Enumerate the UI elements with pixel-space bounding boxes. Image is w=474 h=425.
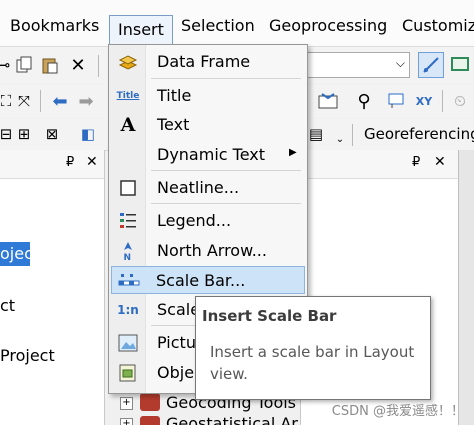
edit-tool-icon[interactable] [418,52,444,78]
menu-item-scale-bar[interactable]: Scale Bar... [111,266,305,294]
watermark: CSDN @我爱遥感！！ [331,404,464,419]
layer-icon[interactable] [450,54,470,74]
submenu-arrow-icon: ▶ [289,147,297,158]
menu-separator [151,203,301,204]
menu-separator [151,170,301,171]
time-slider-icon[interactable]: ⏲ [450,91,470,111]
menu-item-legend[interactable]: Legend... [111,207,305,235]
paste-icon[interactable] [40,55,60,75]
toolbar-overflow-icon[interactable]: ⌄ [330,129,350,149]
georeferencing-label[interactable]: Georeferencing [364,125,474,143]
forward-arrow-icon[interactable]: ➡ [76,91,96,112]
scale-bar-icon [118,271,140,291]
legend-icon [117,211,139,231]
tooltip-body: Insert a scale bar in Layout view. [210,343,415,383]
toolbox-label: Geostatistical Analyst Tools [166,416,298,425]
svg-text:N: N [124,253,132,261]
zoom-whole-page-icon[interactable] [318,91,338,111]
list-item[interactable]: + Geostatistical Analyst Tools [118,416,298,425]
menu-insert[interactable]: Insert [109,15,173,45]
scale-text-icon: 1:n [117,303,139,317]
toolbar-partial-icon[interactable]: ⊸ [0,55,14,75]
xy-icon[interactable]: XY [414,91,434,111]
scale-combo[interactable]: ⌵ [306,52,410,78]
north-arrow-icon: N [117,241,139,261]
menu-geoprocessing[interactable]: Geoprocessing [269,13,387,39]
toolbar-separator [40,90,41,112]
toolbar-separator [352,124,353,146]
menu-bookmarks[interactable]: Bookmarks [10,13,99,39]
text-icon: A [120,114,136,136]
zoom-out-fixed-icon[interactable]: ⊠ [42,124,62,144]
catalog-panel [0,150,105,425]
vertical-scrollbar[interactable] [458,150,474,425]
menu-item-title[interactable]: Title Title [111,82,305,110]
menu-bar: Bookmarks Insert Selection Geoprocessing… [0,0,474,47]
toolbox-icon [140,393,160,411]
tooltip-title: Insert Scale Bar [202,307,337,325]
list-item[interactable]: Project [0,346,55,365]
selected-tree-item[interactable]: oject [0,242,39,266]
pin-icon[interactable]: ₽ [66,155,74,170]
object-icon [117,363,139,383]
back-arrow-icon[interactable]: ⬅ [50,91,70,112]
delete-icon[interactable]: ✕ [68,55,88,76]
list-item[interactable]: ct [0,296,15,315]
neatline-icon [117,178,139,198]
toolbar-separator [98,55,99,77]
menu-customize[interactable]: Customize [402,13,474,39]
expand-icon[interactable]: + [120,418,133,425]
picture-icon [117,333,139,353]
menu-item-text[interactable]: A Text [111,111,305,139]
menu-item-north-arrow[interactable]: N North Arrow... [111,237,305,265]
zoom-in-fixed-icon[interactable]: ⊞ [14,124,34,144]
pin-icon[interactable]: ₽ [412,155,420,170]
list-item: oject [0,244,40,263]
chevron-down-icon: ⌵ [395,56,405,70]
close-icon[interactable]: ✕ [434,154,446,170]
toolbox-panel-header: ₽ ✕ [300,150,458,179]
catalog-panel-header: ₽ ✕ [0,150,104,179]
menu-item-data-frame[interactable]: Data Frame [111,48,305,76]
tooltip: Insert Scale Bar Insert a scale bar in L… [195,296,431,400]
previous-extent-icon[interactable]: ◧ [78,124,98,144]
menu-separator [151,78,301,79]
layout-tool-icon[interactable]: ▤ [306,124,326,144]
find-icon[interactable]: ⚲ [354,91,374,112]
go-to-xy-icon[interactable] [386,91,406,111]
toolbar-separator [442,90,443,112]
copy-icon[interactable] [14,55,34,75]
title-icon: Title [116,91,140,101]
toolbox-icon [140,416,160,425]
data-frame-icon [117,52,139,72]
close-icon[interactable]: ✕ [86,154,98,170]
expand-icon[interactable]: + [120,397,133,410]
fixed-zoom-icon[interactable]: ⤧ [14,91,34,111]
menu-item-neatline[interactable]: Neatline... [111,174,305,202]
menu-item-dynamic-text[interactable]: Dynamic Text ▶ [111,141,305,169]
menu-selection[interactable]: Selection [181,13,255,39]
